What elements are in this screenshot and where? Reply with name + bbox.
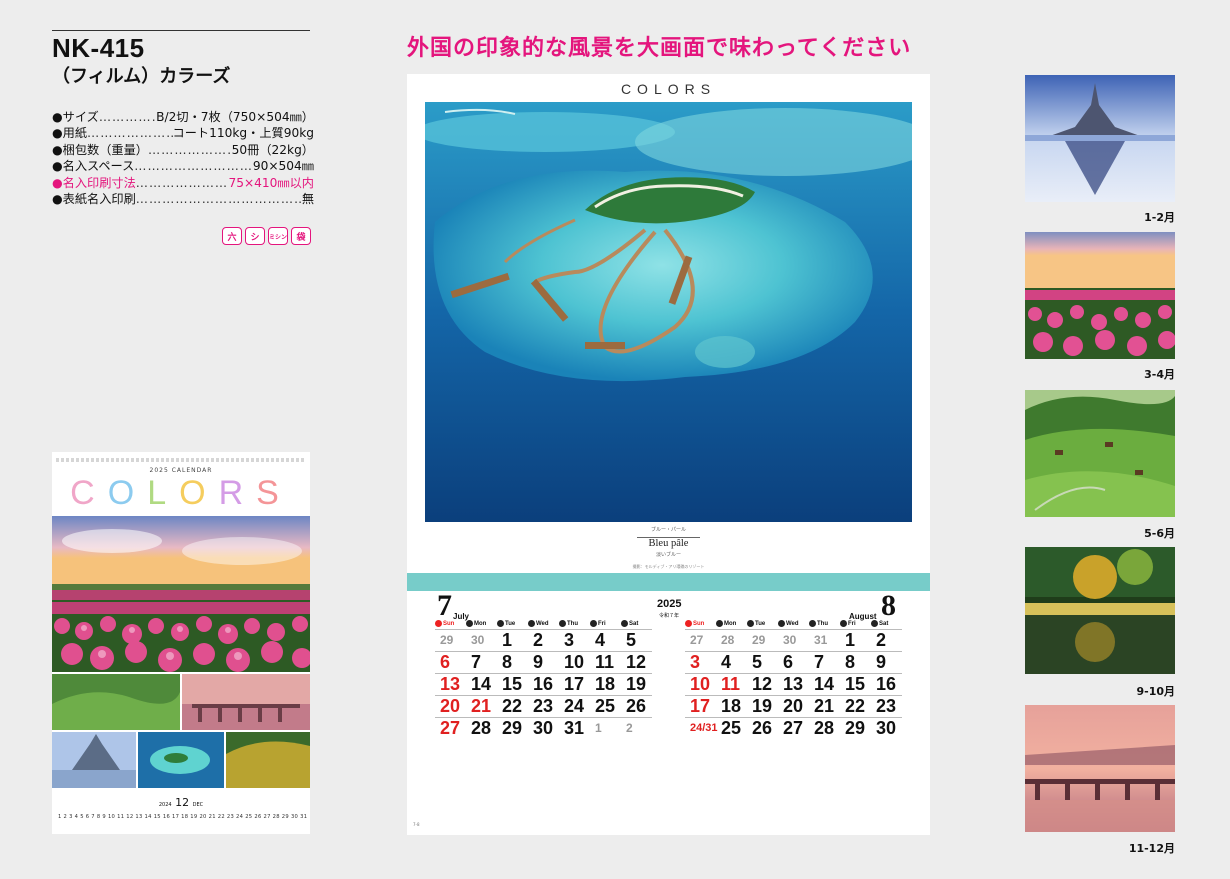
week-row: 6 7 8 9 10 11 12 — [435, 651, 652, 673]
thumb-mont-saint-michel — [1025, 75, 1175, 202]
week-row: 13 14 15 16 17 18 19 — [435, 673, 652, 695]
week-row: 3456789 — [685, 651, 902, 673]
spec-row-highlight: ●名入印刷寸法…………………………………………………75×410㎜以内 — [52, 175, 314, 190]
spec-row: ●表紙名入印刷…………………………………………………無 — [52, 192, 314, 207]
calendar-page: COLORS ブルー・パール Bleu pâle 淡いブルー 撮影：モルディブ・… — [407, 74, 930, 835]
page-title: COLORS — [620, 81, 717, 97]
model-number: NK-415 — [52, 33, 145, 63]
weekday-header-august: Sun Mon Tue Wed Thu Fri Sat — [685, 620, 902, 627]
prague-bridge-image — [1025, 705, 1175, 832]
year-label: 2025 — [657, 598, 682, 610]
header-rule — [52, 30, 310, 31]
cover-subtitle: 2025 CALENDAR — [149, 467, 213, 474]
seal-icon: シ — [245, 227, 265, 245]
caption-title: Bleu pâle — [636, 537, 701, 549]
tulips-image — [1025, 232, 1175, 359]
thumb-tulips — [1025, 232, 1175, 359]
autumn-lake-image — [1025, 547, 1175, 674]
spec-row: ●用紙…………………………………………………コート110kg・上質90kg — [52, 126, 314, 141]
green-valley-image — [1025, 390, 1175, 517]
cover-days-strip: 1 2 3 4 5 6 7 8 9 10 11 12 13 14 15 16 1… — [58, 814, 308, 820]
week-row: 20 21 22 23 24 25 26 — [435, 695, 652, 717]
spec-row: ●名入スペース…………………………………………………90×504㎜ — [52, 159, 314, 174]
cover-letter: L — [147, 474, 180, 512]
spec-icons: 六 シ ミシン 袋 — [222, 227, 311, 245]
week-row: 27 28 29 30 31 1 2 — [685, 629, 902, 651]
cover-thumbnail: 2025 CALENDAR COLORS 2024 12 DEC 1 2 3 4… — [52, 452, 312, 834]
thumb-prague-bridge — [1025, 705, 1175, 832]
maldives-photo — [425, 102, 912, 522]
product-name: （フィルム）カラーズ — [52, 66, 231, 87]
thumb-label: 11-12月 — [1128, 842, 1175, 855]
caption-note: 撮影：モルディブ・アリ環礁のリゾート — [632, 564, 705, 569]
cover-letter: O — [179, 474, 219, 512]
mont-saint-michel-image — [1025, 75, 1175, 202]
month-number-july: 7 — [437, 589, 452, 622]
cover-fine-print — [56, 458, 306, 462]
thumb-label: 1-2月 — [1144, 211, 1175, 224]
week-row: 29 30 1 2 3 4 5 — [435, 629, 652, 651]
headline: 外国の印象的な風景を大画面で味わってください — [407, 36, 912, 61]
cover-tulip-photo — [52, 516, 312, 672]
six-sheet-icon: 六 — [222, 227, 242, 245]
date-grid-august: 27 28 29 30 31 1 2 3456789 10 11 12 13 14 15 16 17 18… — [685, 629, 902, 739]
week-row: 27 28 29 30 31 1 2 — [435, 717, 652, 739]
name-imprint-band — [407, 573, 930, 591]
bag-icon: 袋 — [291, 227, 311, 245]
thumb-label: 3-4月 — [1144, 368, 1175, 381]
cover-letter: O — [107, 474, 148, 512]
cover-letter: R — [218, 474, 257, 512]
atoll-image — [425, 102, 912, 522]
thumb-green-valley — [1025, 390, 1175, 517]
spec-list: ●サイズ…………………………………………………B/2切・7枚（750×504㎜）… — [52, 109, 314, 207]
week-row: 17 18 19 20 21 22 23 — [685, 695, 902, 717]
cover-photo-grid — [52, 674, 310, 788]
cover-letter: C — [70, 474, 108, 512]
caption-japanese: 淡いブルー — [655, 553, 681, 558]
spec-row: ●サイズ…………………………………………………B/2切・7枚（750×504㎜） — [52, 110, 314, 124]
weekday-header-july: Sun Mon Tue Wed Thu Fri Sat — [435, 620, 652, 627]
cover-title: COLORS — [52, 474, 310, 513]
cover-month-label: 2024 12 DEC — [158, 796, 204, 809]
thumb-autumn-lake — [1025, 547, 1175, 674]
date-grid-july: 29 30 1 2 3 4 5 6 7 8 9 10 11 12 13 14 15 16 17 18 19 20 21… — [435, 629, 652, 739]
perforation-icon: ミシン — [268, 227, 288, 245]
spec-row: ●梱包数（重量）…………………………………………………50冊（22kg） — [52, 142, 314, 157]
page-mark: 7-8 — [413, 822, 420, 827]
month-number-august: 8 — [881, 589, 896, 622]
photo-caption: ブルー・パール Bleu pâle 淡いブルー 撮影：モルディブ・アリ環礁のリゾ… — [407, 526, 930, 570]
thumb-label: 5-6月 — [1144, 527, 1175, 540]
cover-letter: S — [256, 474, 292, 512]
caption-ruby: ブルー・パール — [650, 528, 686, 533]
thumb-label: 9-10月 — [1136, 685, 1175, 698]
week-row: 24/31 25 26 27 28 29 30 — [685, 717, 902, 739]
week-row: 10 11 12 13 14 15 16 — [685, 673, 902, 695]
era-label: 令和７年 — [659, 613, 680, 619]
tulip-field-image — [52, 516, 312, 672]
